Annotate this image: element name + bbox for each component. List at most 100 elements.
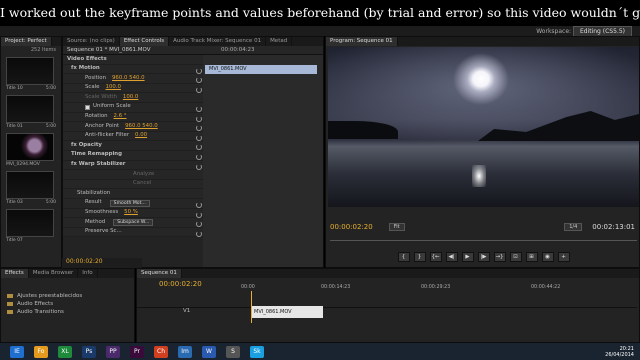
taskbar-app-icon[interactable]: XL: [58, 345, 72, 358]
property-dropdown[interactable]: Subspace W...: [113, 218, 154, 226]
taskbar-app-icon[interactable]: W: [202, 345, 216, 358]
program-timecode[interactable]: 00:00:02:20: [330, 223, 373, 231]
effect-row[interactable]: Scale Width 100.0: [63, 93, 203, 103]
video-caption: I worked out the keyframe points and val…: [0, 0, 640, 26]
taskbar-app-icon[interactable]: PP: [106, 345, 120, 358]
tab-3[interactable]: Metad: [266, 37, 293, 46]
playhead[interactable]: [251, 291, 252, 323]
effect-controls-panel: Source: (no clips) Effect Controls Audio T…: [62, 36, 324, 268]
property-value[interactable]: 960.0 540.0: [125, 122, 158, 132]
effects-list: Ajustes preestablecidos Audio Effects Audi…: [1, 292, 134, 316]
taskbar-app-icon[interactable]: Sk: [250, 345, 264, 358]
track-label-v1[interactable]: V1: [183, 308, 190, 314]
effect-row[interactable]: Anchor Point 960.0 540.0: [63, 122, 203, 132]
clip-thumbnail[interactable]: [6, 171, 54, 199]
transport-button[interactable]: }: [413, 252, 426, 262]
property-label: fx Opacity: [71, 141, 102, 148]
tab-0[interactable]: Source: (no clips): [63, 37, 120, 46]
reset-icon[interactable]: [196, 163, 202, 170]
reset-icon[interactable]: [196, 106, 202, 112]
transport-button[interactable]: ⊡: [509, 252, 522, 262]
tab-effects[interactable]: Effects: [1, 269, 29, 278]
time-ruler[interactable]: 00:00 00:00:14:23 00:00:29:23 00:00:44:22: [241, 281, 621, 295]
reset-icon[interactable]: [196, 230, 202, 237]
property-value[interactable]: 100.0: [123, 93, 138, 103]
uniform-scale-checkbox[interactable]: [85, 104, 90, 110]
clip-thumbnail[interactable]: [6, 133, 54, 161]
tab-media-browser[interactable]: Media Browser: [29, 269, 79, 278]
tab-2[interactable]: Audio Track Mixer: Sequence 01: [169, 37, 267, 46]
tab-sequence[interactable]: Sequence 01: [137, 269, 182, 278]
system-clock[interactable]: 20:21 26/04/2014: [605, 346, 634, 358]
transport-button[interactable]: ◀|: [445, 252, 458, 262]
effects-folder[interactable]: Ajustes preestablecidos: [1, 292, 134, 300]
effects-folder[interactable]: Audio Effects: [1, 300, 134, 308]
property-dropdown[interactable]: Smooth Mot...: [109, 199, 150, 207]
keyframe-track-area[interactable]: [203, 55, 323, 267]
property-value[interactable]: 960.0 540.0: [112, 74, 145, 84]
folder-icon: [7, 294, 13, 298]
effects-panel: Effects Media Browser Info Ajustes preesta…: [0, 268, 135, 343]
transport-button[interactable]: {←: [429, 252, 442, 262]
taskbar-app-icon[interactable]: Ps: [82, 345, 96, 358]
taskbar-app-icon[interactable]: Ch: [154, 345, 168, 358]
effect-row[interactable]: Preserve Sc...: [63, 228, 203, 238]
ec-footer-timecode[interactable]: 00:00:02:20: [62, 258, 142, 268]
taskbar-app-icon[interactable]: Im: [178, 345, 192, 358]
reset-icon[interactable]: [196, 134, 202, 141]
effect-row[interactable]: Uniform Scale: [63, 103, 203, 113]
tab-info[interactable]: Info: [78, 269, 98, 278]
taskbar-icons: IE Fo XL Ps PP Pr Ch Im W S Sk: [0, 345, 264, 358]
transport-button[interactable]: +: [557, 252, 570, 262]
resolution-select[interactable]: 1/4: [564, 223, 583, 231]
timeline-clip[interactable]: MVI_0861.MOV: [251, 306, 323, 318]
property-value[interactable]: 2.6 °: [114, 112, 127, 122]
transport-button[interactable]: ▶: [461, 252, 474, 262]
effect-row[interactable]: Position 960.0 540.0: [63, 74, 203, 84]
transport-button[interactable]: ⊞: [525, 252, 538, 262]
effect-row[interactable]: Stabilization: [63, 189, 203, 199]
folder-icon: [7, 310, 13, 314]
transport-button[interactable]: |▶: [477, 252, 490, 262]
reset-icon[interactable]: [196, 211, 202, 218]
reset-icon[interactable]: [196, 115, 202, 122]
property-value[interactable]: 0.00: [135, 131, 147, 141]
reset-icon[interactable]: [196, 154, 202, 160]
project-item-count: 252 Items: [30, 47, 56, 53]
clip-name: Title 10: [6, 86, 23, 91]
tab-1[interactable]: Effect Controls: [119, 37, 170, 46]
property-value[interactable]: 100.0: [106, 83, 121, 93]
timeline-timecode[interactable]: 00:00:02:20: [159, 280, 202, 288]
tab-project[interactable]: Project: Perfect: [1, 37, 52, 46]
reset-icon[interactable]: [196, 86, 202, 93]
folder-label: Ajustes preestablecidos: [17, 293, 83, 299]
property-value[interactable]: 50 %: [124, 208, 138, 218]
property-label: Time Remapping: [71, 151, 122, 158]
effect-row[interactable]: Method Subspace W...: [63, 218, 203, 228]
taskbar-app-icon[interactable]: Fo: [34, 345, 48, 358]
ec-clip-bar[interactable]: MVI_0861.MOV: [205, 65, 317, 74]
taskbar-app-icon[interactable]: Pr: [130, 345, 144, 358]
property-label: Cancel: [133, 180, 152, 187]
clip-thumbnail[interactable]: [6, 209, 54, 237]
program-scrubber[interactable]: [330, 235, 637, 241]
property-label: Analyze: [133, 170, 155, 177]
workspace-label: Workspace:: [536, 28, 572, 35]
property-label: Method: [85, 218, 106, 225]
effect-row[interactable]: Smoothness 50 %: [63, 209, 203, 219]
transport-button[interactable]: →}: [493, 252, 506, 262]
tab-program[interactable]: Program: Sequence 01: [326, 37, 398, 46]
reset-icon[interactable]: [196, 67, 202, 74]
ec-timecode: 00:00:04:23: [221, 47, 255, 53]
effects-folder[interactable]: Audio Transitions: [1, 308, 134, 316]
clip-thumbnail[interactable]: [6, 57, 54, 85]
transport-button[interactable]: {: [397, 252, 410, 262]
transport-button[interactable]: ◉: [541, 252, 554, 262]
reset-icon[interactable]: [196, 202, 202, 208]
clip-duration: 5:00: [45, 86, 56, 91]
taskbar-app-icon[interactable]: S: [226, 345, 240, 358]
zoom-select[interactable]: Fit: [388, 223, 405, 231]
clip-thumbnail[interactable]: [6, 95, 54, 123]
menu-bar: Workspace: Editing (CS5.5): [0, 26, 640, 38]
taskbar-app-icon[interactable]: IE: [10, 345, 24, 358]
